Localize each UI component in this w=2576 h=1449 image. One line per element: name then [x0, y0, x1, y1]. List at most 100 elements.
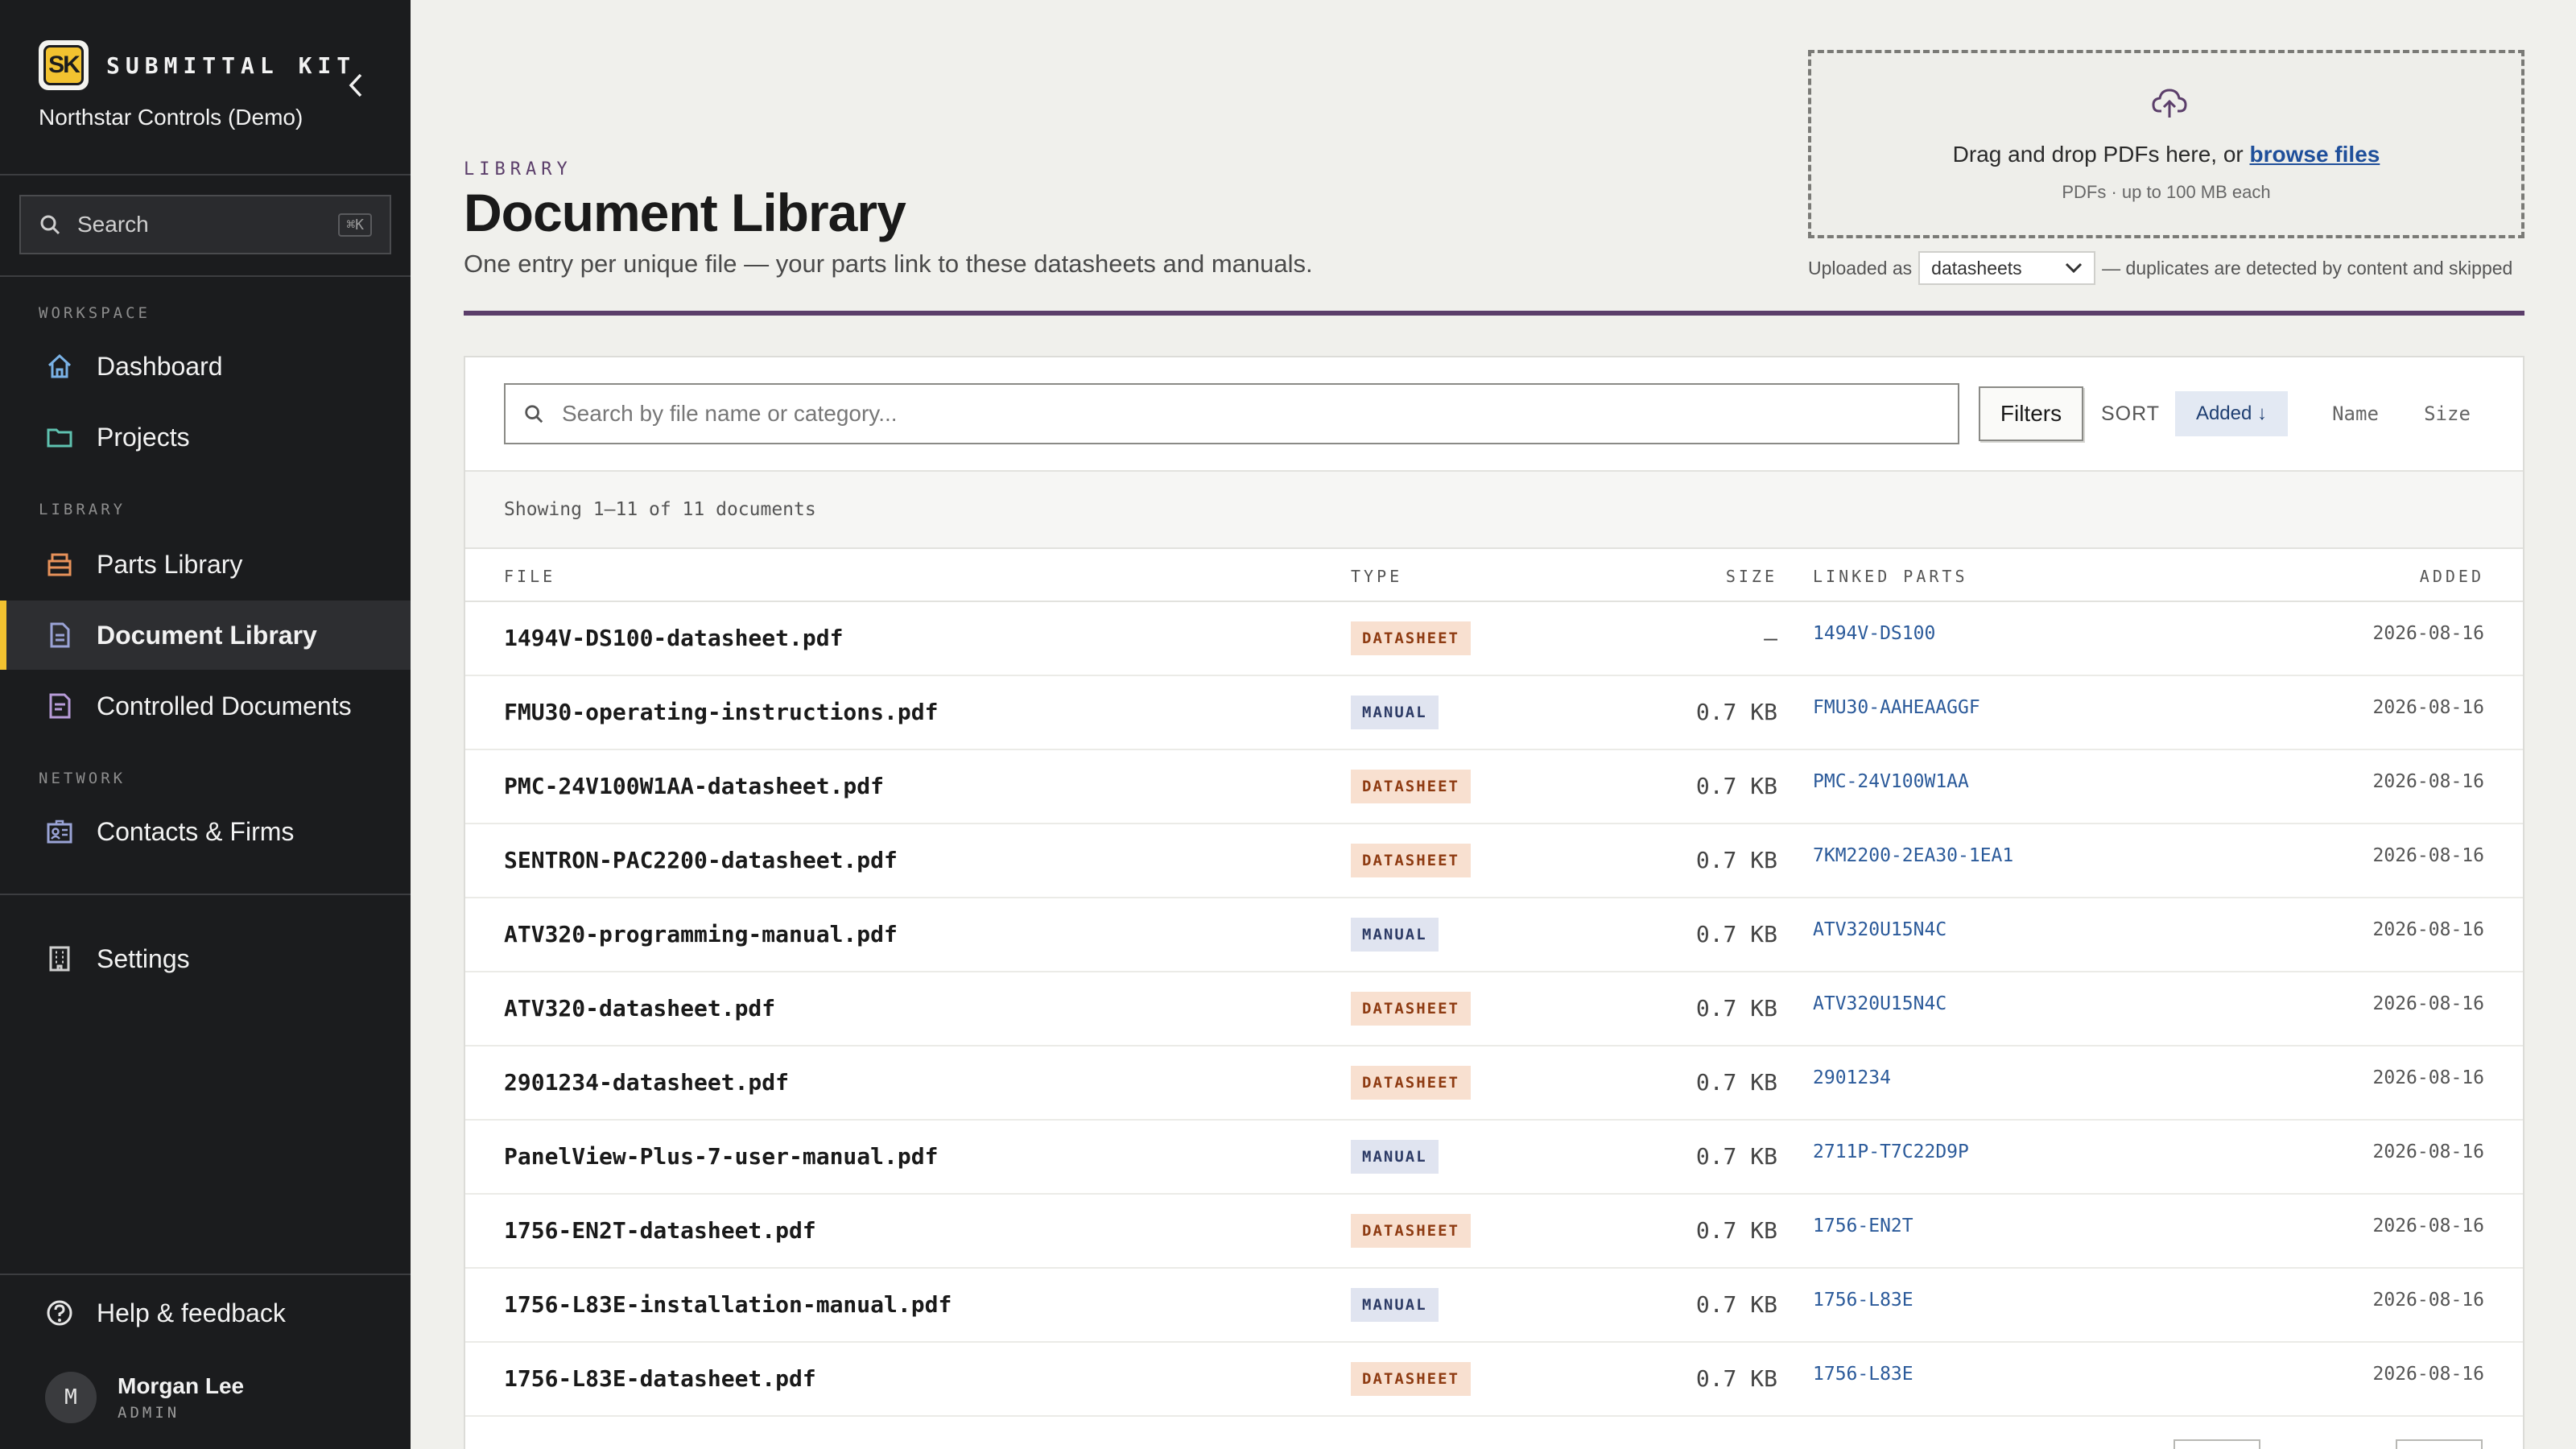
added-date: 2026-08-16: [2372, 771, 2484, 792]
sidebar-search[interactable]: Search ⌘K: [19, 195, 391, 254]
linked-part-link[interactable]: PMC-24V100W1AA: [1813, 771, 1969, 792]
logo: SK: [39, 40, 89, 90]
file-name[interactable]: ATV320-datasheet.pdf: [504, 995, 775, 1022]
sort-size[interactable]: Size: [2407, 391, 2487, 436]
column-linked-parts[interactable]: LINKED PARTS: [1813, 567, 1968, 586]
file-size: 0.7 KB: [1695, 1291, 1777, 1318]
column-size[interactable]: SIZE: [1726, 567, 1777, 586]
sidebar-item-document-library[interactable]: Document Library: [0, 601, 411, 670]
logo-mark: SK: [43, 45, 84, 85]
user-info: Morgan Lee ADMIN: [118, 1373, 244, 1422]
building-icon: [45, 944, 74, 973]
upload-type-select[interactable]: datasheets: [1918, 251, 2096, 285]
added-date: 2026-08-16: [2372, 1216, 2484, 1236]
table-row[interactable]: 1756-L83E-installation-manual.pdf MANUAL 0…: [465, 1269, 2523, 1343]
file-name[interactable]: 1756-EN2T-datasheet.pdf: [504, 1217, 816, 1244]
file-name[interactable]: FMU30-operating-instructions.pdf: [504, 699, 938, 725]
file-size: 0.7 KB: [1695, 1143, 1777, 1170]
type-badge: DATASHEET: [1351, 1214, 1471, 1248]
sidebar-divider: [0, 275, 411, 277]
linked-part-link[interactable]: 7KM2200-2EA30-1EA1: [1813, 845, 2013, 866]
file-name[interactable]: 1756-L83E-datasheet.pdf: [504, 1365, 816, 1392]
pagination-button[interactable]: [2396, 1439, 2483, 1449]
folder-icon: [45, 423, 74, 452]
linked-part-link[interactable]: 1756-L83E: [1813, 1290, 1913, 1311]
file-size: 0.7 KB: [1695, 1217, 1777, 1244]
column-added[interactable]: ADDED: [2420, 567, 2484, 586]
linked-part-link[interactable]: ATV320U15N4C: [1813, 919, 1946, 940]
linked-part-link[interactable]: 1494V-DS100: [1813, 623, 1935, 644]
file-name[interactable]: PMC-24V100W1AA-datasheet.pdf: [504, 773, 884, 799]
upload-type-value: datasheets: [1931, 257, 2022, 279]
table-row[interactable]: 1494V-DS100-datasheet.pdf DATASHEET — 1494V…: [465, 602, 2523, 676]
file-size: 0.7 KB: [1695, 773, 1777, 799]
sidebar: SK SUBMITTAL KIT Northstar Controls (Dem…: [0, 0, 411, 1449]
file-size: 0.7 KB: [1695, 921, 1777, 947]
sidebar-item-contacts-firms[interactable]: Contacts & Firms: [0, 797, 411, 866]
sidebar-item-dashboard[interactable]: Dashboard: [0, 332, 411, 401]
user-profile[interactable]: M Morgan Lee ADMIN: [45, 1372, 244, 1423]
documents-panel: Search by file name or category... Filte…: [464, 356, 2524, 1449]
file-name[interactable]: SENTRON-PAC2200-datasheet.pdf: [504, 847, 898, 873]
contact-card-icon: [45, 817, 74, 846]
dropzone-hint: PDFs · up to 100 MB each: [2062, 182, 2271, 202]
user-role: ADMIN: [118, 1404, 180, 1422]
search-placeholder: Search by file name or category...: [562, 401, 898, 426]
file-name[interactable]: 2901234-datasheet.pdf: [504, 1069, 789, 1096]
org-name: Northstar Controls (Demo): [39, 105, 303, 130]
file-name[interactable]: 1756-L83E-installation-manual.pdf: [504, 1291, 952, 1318]
linked-part-link[interactable]: 1756-L83E: [1813, 1364, 1913, 1385]
file-size: 0.7 KB: [1695, 995, 1777, 1022]
file-size: 0.7 KB: [1695, 847, 1777, 873]
table-row[interactable]: PanelView-Plus-7-user-manual.pdf MANUAL 0.…: [465, 1121, 2523, 1195]
document-icon: [45, 621, 74, 650]
sidebar-divider: [0, 1274, 411, 1275]
sidebar-item-settings[interactable]: Settings: [0, 924, 411, 993]
linked-part-link[interactable]: 1756-EN2T: [1813, 1216, 1913, 1236]
linked-part-link[interactable]: FMU30-AAHEAAGGF: [1813, 697, 1980, 718]
sort-label: SORT: [2101, 402, 2160, 425]
sort-name[interactable]: Name: [2309, 391, 2402, 436]
sidebar-item-help[interactable]: Help & feedback: [0, 1278, 411, 1348]
table-row[interactable]: 1756-EN2T-datasheet.pdf DATASHEET 0.7 KB 17…: [465, 1195, 2523, 1269]
type-badge: DATASHEET: [1351, 770, 1471, 803]
sidebar-item-parts-library[interactable]: Parts Library: [0, 530, 411, 599]
file-name[interactable]: PanelView-Plus-7-user-manual.pdf: [504, 1143, 938, 1170]
search-shortcut: ⌘K: [338, 213, 372, 237]
brand[interactable]: SK SUBMITTAL KIT: [39, 40, 356, 90]
sidebar-item-label: Contacts & Firms: [97, 816, 295, 846]
linked-part-link[interactable]: 2901234: [1813, 1067, 1891, 1088]
collapse-sidebar-button[interactable]: [341, 69, 370, 101]
table-row[interactable]: ATV320-programming-manual.pdf MANUAL 0.7 K…: [465, 898, 2523, 972]
sidebar-item-label: Document Library: [97, 620, 317, 650]
filters-button[interactable]: Filters: [1979, 386, 2083, 441]
cloud-upload-icon: [2150, 84, 2189, 126]
sidebar-item-projects[interactable]: Projects: [0, 402, 411, 472]
user-name: Morgan Lee: [118, 1373, 245, 1398]
column-file[interactable]: FILE: [504, 567, 555, 586]
type-badge: MANUAL: [1351, 918, 1439, 952]
file-name[interactable]: ATV320-programming-manual.pdf: [504, 921, 898, 947]
linked-part-link[interactable]: 2711P-T7C22D9P: [1813, 1141, 1969, 1162]
table-row[interactable]: FMU30-operating-instructions.pdf MANUAL 0.…: [465, 676, 2523, 750]
dropzone-text: Drag and drop PDFs here, or browse files: [1811, 142, 2521, 167]
sidebar-item-controlled-documents[interactable]: Controlled Documents: [0, 671, 411, 741]
table-row[interactable]: 2901234-datasheet.pdf DATASHEET 0.7 KB 2901…: [465, 1046, 2523, 1121]
dropzone-label: Drag and drop PDFs here, or: [1952, 142, 2244, 167]
pagination-button[interactable]: [2174, 1439, 2260, 1449]
table-row[interactable]: 1756-L83E-datasheet.pdf DATASHEET 0.7 KB 17…: [465, 1343, 2523, 1417]
table-row[interactable]: SENTRON-PAC2200-datasheet.pdf DATASHEET 0.…: [465, 824, 2523, 898]
type-badge: MANUAL: [1351, 1140, 1439, 1174]
linked-part-link[interactable]: ATV320U15N4C: [1813, 993, 1946, 1014]
file-name[interactable]: 1494V-DS100-datasheet.pdf: [504, 625, 843, 651]
column-type[interactable]: TYPE: [1351, 567, 1402, 586]
table-row[interactable]: PMC-24V100W1AA-datasheet.pdf DATASHEET 0.7…: [465, 750, 2523, 824]
table-row[interactable]: ATV320-datasheet.pdf DATASHEET 0.7 KB ATV32…: [465, 972, 2523, 1046]
upload-dropzone[interactable]: Drag and drop PDFs here, or browse files…: [1808, 50, 2524, 238]
sort-added[interactable]: Added ↓: [2175, 391, 2288, 436]
chevron-down-icon: [2066, 262, 2083, 274]
browse-files-link[interactable]: browse files: [2250, 142, 2380, 167]
type-badge: DATASHEET: [1351, 621, 1471, 655]
results-count-bar: Showing 1–11 of 11 documents: [465, 472, 2523, 549]
document-search-input[interactable]: Search by file name or category...: [504, 383, 1959, 444]
